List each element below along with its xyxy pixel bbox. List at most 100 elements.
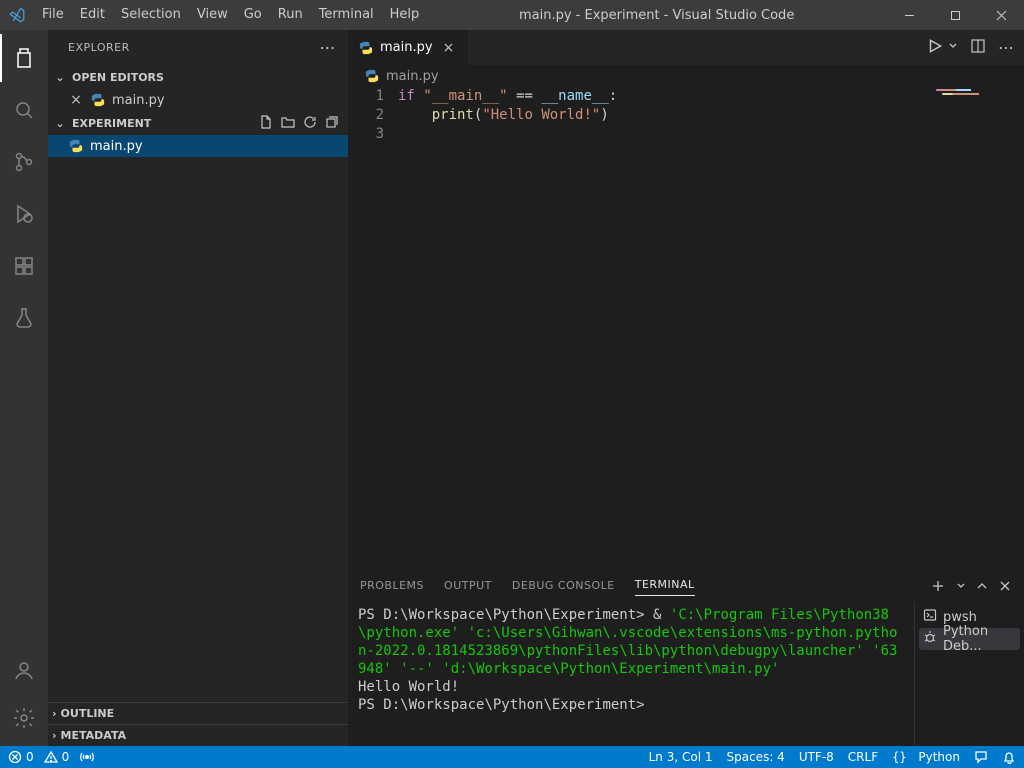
status-feedback-icon[interactable]: [974, 750, 988, 764]
panel-tabs: PROBLEMS OUTPUT DEBUG CONSOLE TERMINAL: [348, 572, 1024, 602]
refresh-icon[interactable]: [302, 114, 318, 133]
menu-view[interactable]: View: [189, 0, 236, 30]
section-outline[interactable]: › OUTLINE: [48, 702, 348, 724]
terminal-label: pwsh: [943, 610, 977, 625]
maximize-button[interactable]: [932, 0, 978, 30]
menu-help[interactable]: Help: [382, 0, 428, 30]
open-editors-section[interactable]: ⌄ OPEN EDITORS: [48, 65, 348, 89]
activity-search[interactable]: [0, 86, 48, 134]
terminal-label: Python Deb...: [943, 624, 1016, 654]
tab-main-py[interactable]: main.py ×: [348, 30, 468, 65]
status-errors[interactable]: 0: [8, 750, 34, 764]
tab-close-icon[interactable]: ×: [443, 40, 455, 56]
file-label: main.py: [90, 139, 143, 154]
panel: PROBLEMS OUTPUT DEBUG CONSOLE TERMINAL PS D…: [348, 571, 1024, 746]
activity-source-control[interactable]: [0, 138, 48, 186]
menu-bar: FileEditSelectionViewGoRunTerminalHelp: [34, 0, 427, 30]
status-encoding[interactable]: UTF-8: [799, 750, 834, 764]
folder-actions: [258, 114, 348, 133]
close-icon[interactable]: ×: [68, 92, 84, 108]
close-panel-icon[interactable]: [998, 579, 1012, 596]
activity-explorer[interactable]: [0, 34, 48, 82]
chevron-right-icon: ›: [52, 707, 57, 720]
terminal-list: pwshPython Deb...: [914, 602, 1024, 746]
window-title: main.py - Experiment - Visual Studio Cod…: [427, 8, 886, 23]
shell-icon: [923, 608, 937, 626]
status-bar: 0 0 Ln 3, Col 1 Spaces: 4 UTF-8 CRLF {} …: [0, 746, 1024, 768]
tab-label: main.py: [380, 40, 433, 55]
new-folder-icon[interactable]: [280, 114, 296, 133]
split-editor-icon[interactable]: [970, 38, 986, 58]
terminal-item[interactable]: Python Deb...: [919, 628, 1020, 650]
status-warnings[interactable]: 0: [44, 750, 70, 764]
menu-terminal[interactable]: Terminal: [311, 0, 382, 30]
run-dropdown-icon[interactable]: [948, 40, 958, 55]
panel-tab-output[interactable]: OUTPUT: [444, 579, 492, 596]
status-warnings-count: 0: [62, 750, 70, 764]
menu-run[interactable]: Run: [270, 0, 311, 30]
bug-icon: [923, 630, 937, 648]
editor-tabs: main.py × ⋯: [348, 30, 1024, 65]
activity-extensions[interactable]: [0, 242, 48, 290]
open-editor-item[interactable]: × main.py: [48, 89, 348, 111]
section-label: METADATA: [61, 729, 127, 742]
code-content[interactable]: if "__main__" == __name__: print("Hello …: [398, 87, 930, 571]
status-spaces[interactable]: Spaces: 4: [727, 750, 785, 764]
status-language[interactable]: {} Python: [892, 750, 960, 764]
python-file-icon: [364, 68, 380, 84]
file-item[interactable]: main.py: [48, 135, 348, 157]
titlebar: FileEditSelectionViewGoRunTerminalHelp m…: [0, 0, 1024, 30]
status-eol[interactable]: CRLF: [848, 750, 878, 764]
new-terminal-icon[interactable]: [930, 578, 946, 597]
breadcrumb-label: main.py: [386, 69, 439, 84]
editor-more-icon[interactable]: ⋯: [998, 38, 1014, 57]
breadcrumb[interactable]: main.py: [348, 65, 1024, 87]
folder-section[interactable]: ⌄ EXPERIMENT: [48, 111, 348, 135]
folder-label: EXPERIMENT: [72, 117, 151, 130]
sidebar: EXPLORER ⋯ ⌄ OPEN EDITORS × main.py ⌄ EXP…: [48, 30, 348, 746]
menu-file[interactable]: File: [34, 0, 72, 30]
editor-area: main.py × ⋯ main.py 123 if "__main__" ==…: [348, 30, 1024, 746]
maximize-panel-icon[interactable]: [976, 580, 988, 595]
window-controls: [886, 0, 1024, 30]
activity-bar: [0, 30, 48, 746]
new-file-icon[interactable]: [258, 114, 274, 133]
sidebar-header: EXPLORER ⋯: [48, 30, 348, 65]
close-button[interactable]: [978, 0, 1024, 30]
activity-run-debug[interactable]: [0, 190, 48, 238]
status-bell-icon[interactable]: [1002, 750, 1016, 764]
minimize-button[interactable]: [886, 0, 932, 30]
status-language-label: Python: [918, 750, 960, 764]
status-radio-icon[interactable]: [79, 750, 95, 764]
terminal-output[interactable]: PS D:\Workspace\Python\Experiment> & 'C:…: [348, 602, 914, 746]
panel-tab-problems[interactable]: PROBLEMS: [360, 579, 424, 596]
overview-ruler[interactable]: [1010, 87, 1024, 571]
menu-go[interactable]: Go: [236, 0, 270, 30]
editor-body[interactable]: 123 if "__main__" == __name__: print("He…: [348, 87, 1024, 571]
section-metadata[interactable]: ›METADATA: [48, 724, 348, 746]
file-label: main.py: [112, 93, 165, 108]
section-label: OUTLINE: [61, 707, 115, 720]
line-gutter: 123: [348, 87, 398, 571]
python-file-icon: [90, 92, 106, 108]
panel-tab-terminal[interactable]: TERMINAL: [635, 578, 695, 596]
collapse-all-icon[interactable]: [324, 114, 340, 133]
chevron-down-icon: ⌄: [52, 71, 68, 84]
sidebar-more-icon[interactable]: ⋯: [320, 38, 337, 57]
run-button[interactable]: [926, 37, 944, 59]
activity-testing[interactable]: [0, 294, 48, 342]
activity-accounts[interactable]: [0, 646, 48, 694]
chevron-down-icon: ⌄: [52, 117, 68, 130]
menu-edit[interactable]: Edit: [72, 0, 113, 30]
activity-settings[interactable]: [0, 694, 48, 742]
open-editors-label: OPEN EDITORS: [72, 71, 164, 84]
menu-selection[interactable]: Selection: [113, 0, 189, 30]
terminal-dropdown-icon[interactable]: [956, 581, 966, 594]
sidebar-title: EXPLORER: [68, 41, 130, 54]
vscode-icon: [0, 6, 34, 24]
python-file-icon: [68, 138, 84, 154]
panel-tab-debug-console[interactable]: DEBUG CONSOLE: [512, 579, 615, 596]
minimap[interactable]: [930, 87, 1010, 571]
python-file-icon: [358, 40, 374, 56]
status-lncol[interactable]: Ln 3, Col 1: [649, 750, 713, 764]
